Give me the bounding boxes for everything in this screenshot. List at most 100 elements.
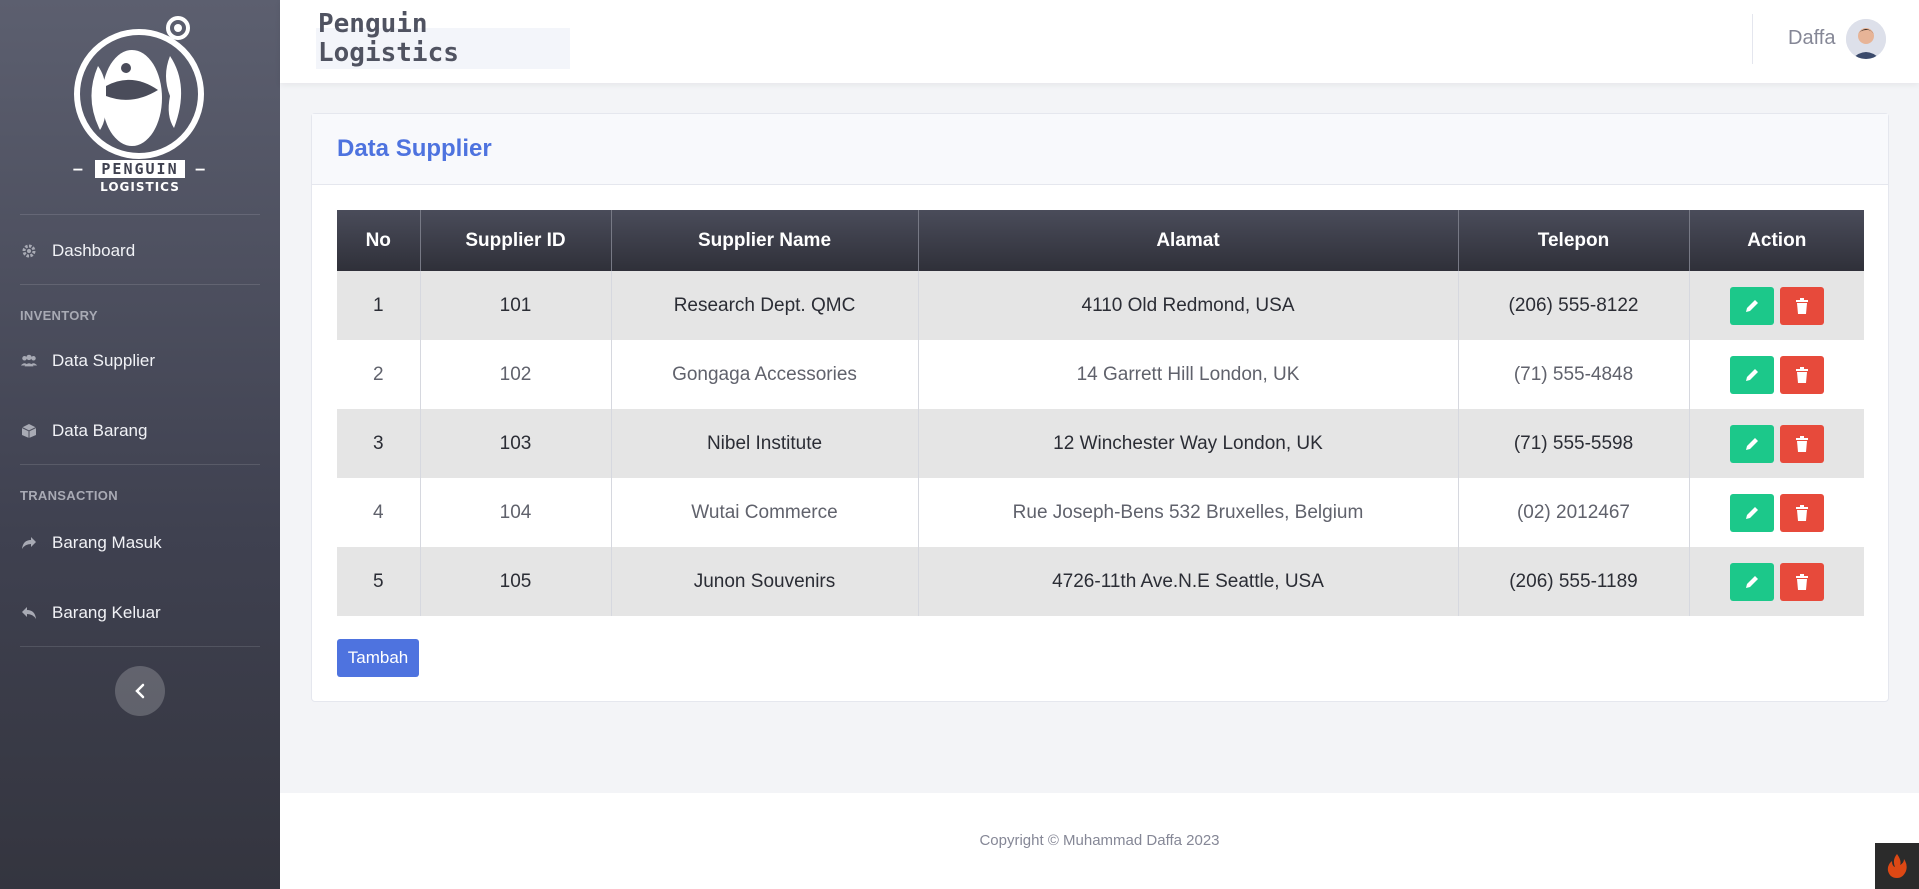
cell-supplier-name: Research Dept. QMC [611, 271, 919, 340]
sidebar-item-data-supplier[interactable]: Data Supplier [20, 349, 155, 373]
sidebar-item-barang-masuk[interactable]: Barang Masuk [20, 531, 162, 555]
cell-supplier-name: Junon Souvenirs [611, 547, 919, 616]
sidebar-heading-inventory: INVENTORY [20, 308, 98, 323]
cell-no: 1 [337, 271, 421, 340]
cell-supplier-id: 101 [420, 271, 612, 340]
user-name[interactable]: Daffa [1788, 27, 1835, 50]
table-row: 1 101 Research Dept. QMC 4110 Old Redmon… [337, 271, 1864, 340]
cell-supplier-id: 104 [420, 478, 612, 547]
card-header: Data Supplier [312, 114, 1888, 185]
edit-button[interactable] [1729, 493, 1774, 532]
cell-no: 3 [337, 409, 421, 478]
tambah-button[interactable]: Tambah [337, 639, 419, 677]
pencil-icon [1745, 506, 1758, 519]
topbar-divider [1752, 14, 1753, 64]
edit-button[interactable] [1729, 355, 1774, 394]
delete-button[interactable] [1779, 493, 1824, 532]
sidebar-item-barang-keluar[interactable]: Barang Keluar [20, 601, 161, 625]
sidebar-brand[interactable]: — PENGUIN — LOGISTICS [0, 0, 280, 212]
cell-alamat: 4726-11th Ave.N.E Seattle, USA [918, 547, 1459, 616]
reply-icon [20, 604, 38, 622]
codeigniter-debug-toolbar-button[interactable] [1875, 843, 1919, 889]
flame-icon [1887, 854, 1907, 878]
logo-text-bottom: LOGISTICS [100, 180, 180, 194]
sidebar-toggle-button[interactable] [115, 666, 165, 716]
trash-icon [1795, 573, 1808, 590]
sidebar-divider [20, 464, 260, 465]
data-supplier-card: Data Supplier No Supplier ID Supplier Na… [311, 113, 1889, 702]
sidebar-divider [20, 646, 260, 647]
gear-icon [20, 242, 38, 260]
cell-alamat: 4110 Old Redmond, USA [918, 271, 1459, 340]
column-header-no: No [337, 210, 421, 271]
cell-supplier-id: 105 [420, 547, 612, 616]
pencil-icon [1745, 575, 1758, 588]
sidebar: — PENGUIN — LOGISTICS Dashboard INVENTOR… [0, 0, 280, 889]
pencil-icon [1745, 437, 1758, 450]
cell-telepon: (206) 555-1189 [1458, 547, 1690, 616]
box-icon [20, 422, 38, 440]
table-header-row: No Supplier ID Supplier Name Alamat Tele… [337, 210, 1864, 271]
sidebar-item-data-barang[interactable]: Data Barang [20, 419, 147, 443]
edit-button[interactable] [1729, 562, 1774, 601]
delete-button[interactable] [1779, 562, 1824, 601]
cell-supplier-name: Nibel Institute [611, 409, 919, 478]
table-row: 4 104 Wutai Commerce Rue Joseph-Bens 532… [337, 478, 1864, 547]
app-title: Penguin Logistics [318, 10, 568, 68]
sidebar-item-label: Data Supplier [52, 351, 156, 370]
topbar: Penguin Logistics Daffa [280, 0, 1919, 83]
column-header-telepon: Telepon [1458, 210, 1690, 271]
cell-action [1689, 271, 1864, 340]
delete-button[interactable] [1779, 424, 1824, 463]
app-title-line-1: Penguin [318, 9, 428, 39]
supplier-table: No Supplier ID Supplier Name Alamat Tele… [337, 210, 1864, 616]
logo-text-top: — PENGUIN — [73, 160, 207, 178]
sidebar-item-label: Barang Masuk [52, 533, 162, 552]
pencil-icon [1745, 368, 1758, 381]
cell-telepon: (206) 555-8122 [1458, 271, 1690, 340]
cell-alamat: 14 Garrett Hill London, UK [918, 340, 1459, 409]
trash-icon [1795, 435, 1808, 452]
sidebar-item-dashboard[interactable]: Dashboard [20, 239, 135, 263]
cell-telepon: (71) 555-4848 [1458, 340, 1690, 409]
column-header-supplier-id: Supplier ID [420, 210, 612, 271]
delete-button[interactable] [1779, 286, 1824, 325]
cell-supplier-id: 102 [420, 340, 612, 409]
sidebar-item-label: Barang Keluar [52, 603, 161, 622]
trash-icon [1795, 366, 1808, 383]
cell-no: 2 [337, 340, 421, 409]
footer: Copyright © Muhammad Daffa 2023 [280, 793, 1919, 889]
users-icon [20, 352, 38, 370]
sidebar-divider [20, 214, 260, 215]
sidebar-divider [20, 284, 260, 285]
cell-action [1689, 547, 1864, 616]
cell-supplier-name: Wutai Commerce [611, 478, 919, 547]
cell-action [1689, 340, 1864, 409]
trash-icon [1795, 504, 1808, 521]
chevron-left-icon [135, 683, 145, 699]
edit-button[interactable] [1729, 286, 1774, 325]
card-title: Data Supplier [337, 135, 492, 162]
sidebar-item-label: Dashboard [52, 241, 136, 260]
cell-action [1689, 478, 1864, 547]
table-row: 3 103 Nibel Institute 12 Winchester Way … [337, 409, 1864, 478]
cell-supplier-id: 103 [420, 409, 612, 478]
cell-alamat: 12 Winchester Way London, UK [918, 409, 1459, 478]
cell-telepon: (71) 555-5598 [1458, 409, 1690, 478]
cell-supplier-name: Gongaga Accessories [611, 340, 919, 409]
trash-icon [1795, 297, 1808, 314]
column-header-action: Action [1689, 210, 1864, 271]
cell-telepon: (02) 2012467 [1458, 478, 1690, 547]
share-icon [20, 534, 38, 552]
copyright-text: Copyright © Muhammad Daffa 2023 [979, 832, 1220, 849]
avatar[interactable] [1846, 19, 1886, 59]
delete-button[interactable] [1779, 355, 1824, 394]
column-header-alamat: Alamat [918, 210, 1459, 271]
app-title-line-2: Logistics [318, 38, 459, 68]
table-row: 5 105 Junon Souvenirs 4726-11th Ave.N.E … [337, 547, 1864, 616]
table-row: 2 102 Gongaga Accessories 14 Garrett Hil… [337, 340, 1864, 409]
sidebar-item-label: Data Barang [52, 421, 148, 440]
edit-button[interactable] [1729, 424, 1774, 463]
cell-no: 4 [337, 478, 421, 547]
cell-alamat: Rue Joseph-Bens 532 Bruxelles, Belgium [918, 478, 1459, 547]
